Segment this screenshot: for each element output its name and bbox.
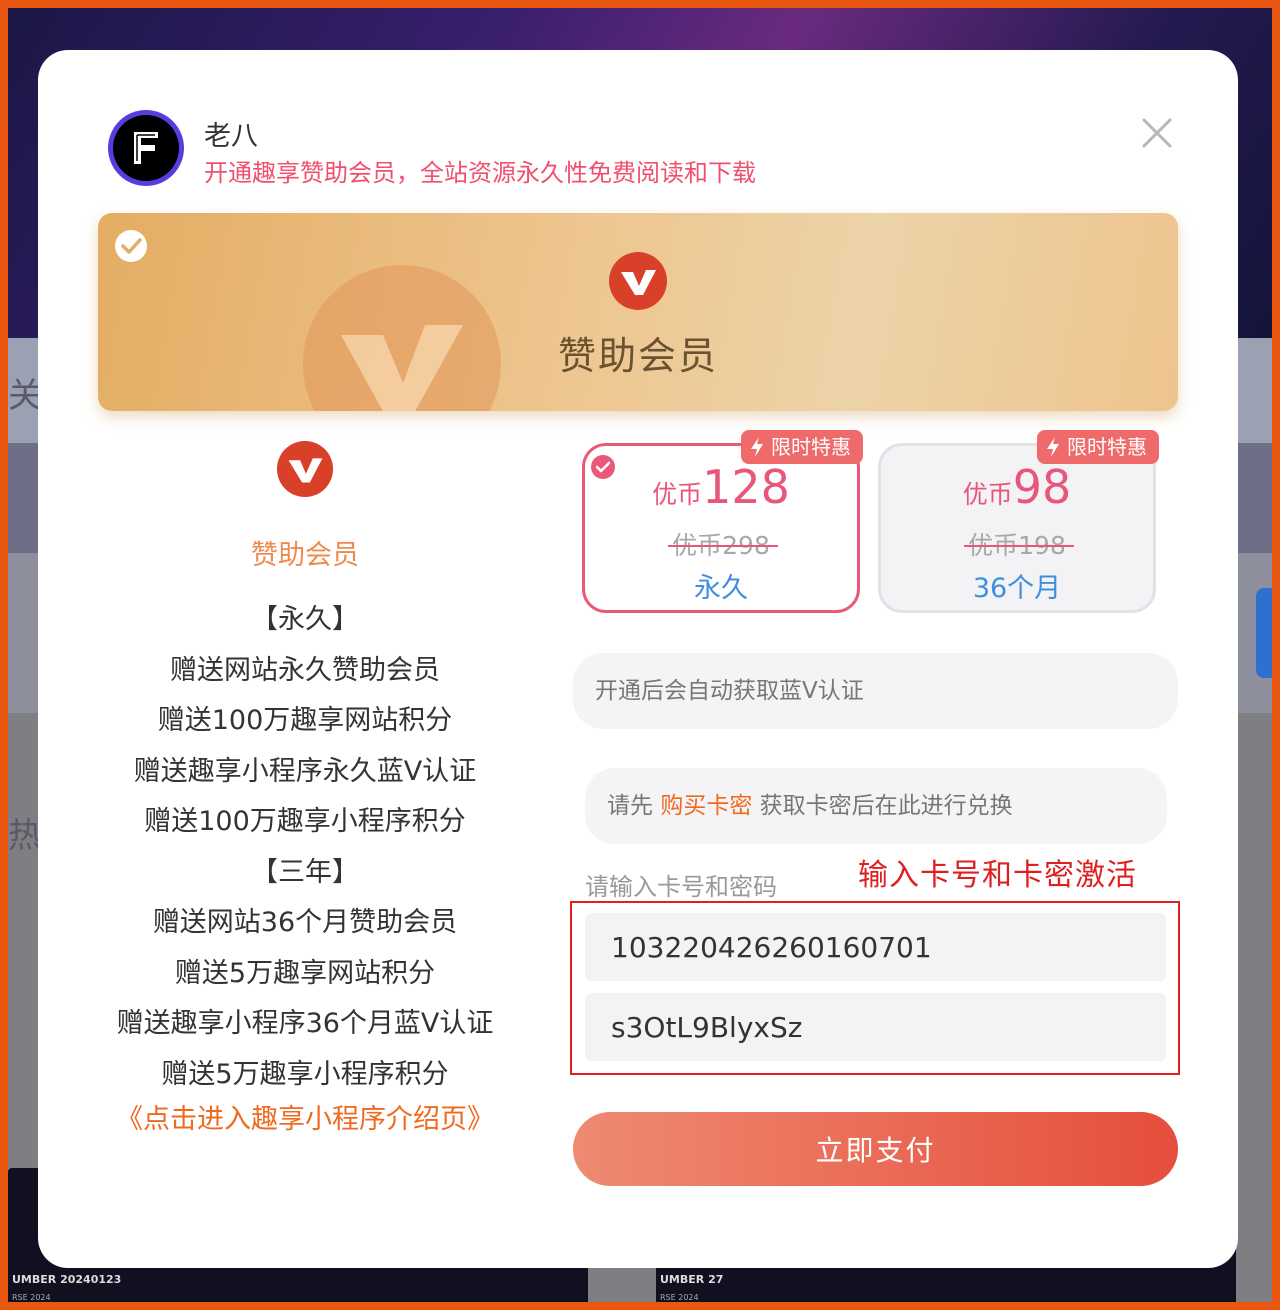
benefit-item: 【三年】 (251, 856, 359, 888)
benefit-item: 赠送网站36个月赞助会员 (152, 907, 458, 938)
lightning-icon (1047, 437, 1059, 457)
plan-card-permanent[interactable]: 限时特惠 优币128 优币298 永久 (582, 430, 863, 613)
original-price-text: 优币298 (668, 526, 778, 562)
card-input-label: 请输入卡号和密码 (585, 873, 777, 901)
benefit-item: 赠送趣享小程序永久蓝V认证 (133, 755, 477, 787)
plan-original-price: 优币298 (585, 526, 857, 562)
limited-offer-label: 限时特惠 (1067, 435, 1147, 459)
buy-suffix: 获取卡密后在此进行兑换 (759, 793, 1013, 819)
card-number-input[interactable] (585, 913, 1166, 981)
thumb-sub: RSE 2024 (660, 1293, 699, 1302)
plan-price: 优币98 (881, 460, 1153, 514)
plan-card-36-months[interactable]: 限时特惠 优币98 优币198 36个月 (878, 430, 1159, 613)
benefits-list: 【永久】 赠送网站永久赞助会员 赠送100万趣享网站积分 赠送趣享小程序永久蓝V… (98, 595, 512, 1100)
blue-v-note: 开通后会自动获取蓝V认证 (573, 653, 1178, 729)
modal-subtitle: 开通趣享赞助会员，全站资源永久性免费阅读和下载 (204, 159, 756, 187)
banner-title: 赞助会员 (557, 334, 718, 378)
v-logo-icon (276, 440, 334, 498)
buy-prefix: 请先 (607, 793, 653, 819)
activation-annotation: 输入卡号和卡密激活 (858, 858, 1137, 893)
check-circle-icon (115, 230, 147, 262)
mini-program-intro-link[interactable]: 《点击进入趣享小程序介绍页》 (98, 1097, 512, 1136)
user-name: 老八 (204, 121, 258, 152)
benefit-item: 【永久】 (251, 604, 359, 635)
pay-now-button[interactable]: 立即支付 (573, 1112, 1178, 1186)
brand-f-icon (134, 132, 158, 164)
price-value: 128 (702, 460, 790, 514)
limited-offer-label: 限时特惠 (771, 435, 851, 459)
benefit-item: 赠送趣享小程序36个月蓝V认证 (116, 1008, 494, 1039)
thumb-sub: RSE 2024 (12, 1293, 51, 1302)
membership-banner: 赞助会员 (98, 213, 1178, 411)
benefit-item: 赠送100万趣享小程序积分 (144, 806, 466, 837)
plan-price: 优币128 (585, 460, 857, 514)
benefit-item: 赠送100万趣享网站积分 (157, 705, 453, 736)
membership-title: 赞助会员 (251, 540, 359, 571)
plan-original-price: 优币198 (881, 526, 1153, 562)
limited-offer-tag: 限时特惠 (741, 430, 863, 464)
background-text-fragment: 关 (8, 376, 42, 416)
card-password-input[interactable] (585, 993, 1166, 1061)
buy-card-link[interactable]: 购买卡密 (660, 793, 752, 819)
close-icon[interactable] (1138, 114, 1176, 152)
buy-card-box: 请先 购买卡密 获取卡密后在此进行兑换 (585, 768, 1167, 844)
benefit-item: 赠送5万趣享网站积分 (174, 957, 436, 989)
original-price-text: 优币198 (964, 526, 1074, 562)
v-logo-icon (609, 252, 667, 310)
plan-period: 永久 (694, 573, 748, 604)
avatar (108, 110, 184, 186)
price-currency: 优币 (652, 480, 703, 509)
thumb-caption: UMBER 20240123 (12, 1273, 122, 1286)
benefit-item: 赠送网站永久赞助会员 (170, 654, 440, 686)
membership-modal: 老八 开通趣享赞助会员，全站资源永久性免费阅读和下载 赞助会员 赞助会员 【永久… (38, 50, 1238, 1268)
plan-period: 36个月 (972, 573, 1062, 604)
lightning-icon (751, 437, 763, 457)
background-side-button (1256, 588, 1272, 678)
price-value: 98 (1012, 460, 1072, 514)
limited-offer-tag: 限时特惠 (1037, 430, 1159, 464)
thumb-caption: UMBER 27 (660, 1273, 724, 1286)
benefit-item: 赠送5万趣享小程序积分 (161, 1058, 449, 1090)
price-currency: 优币 (962, 480, 1013, 509)
